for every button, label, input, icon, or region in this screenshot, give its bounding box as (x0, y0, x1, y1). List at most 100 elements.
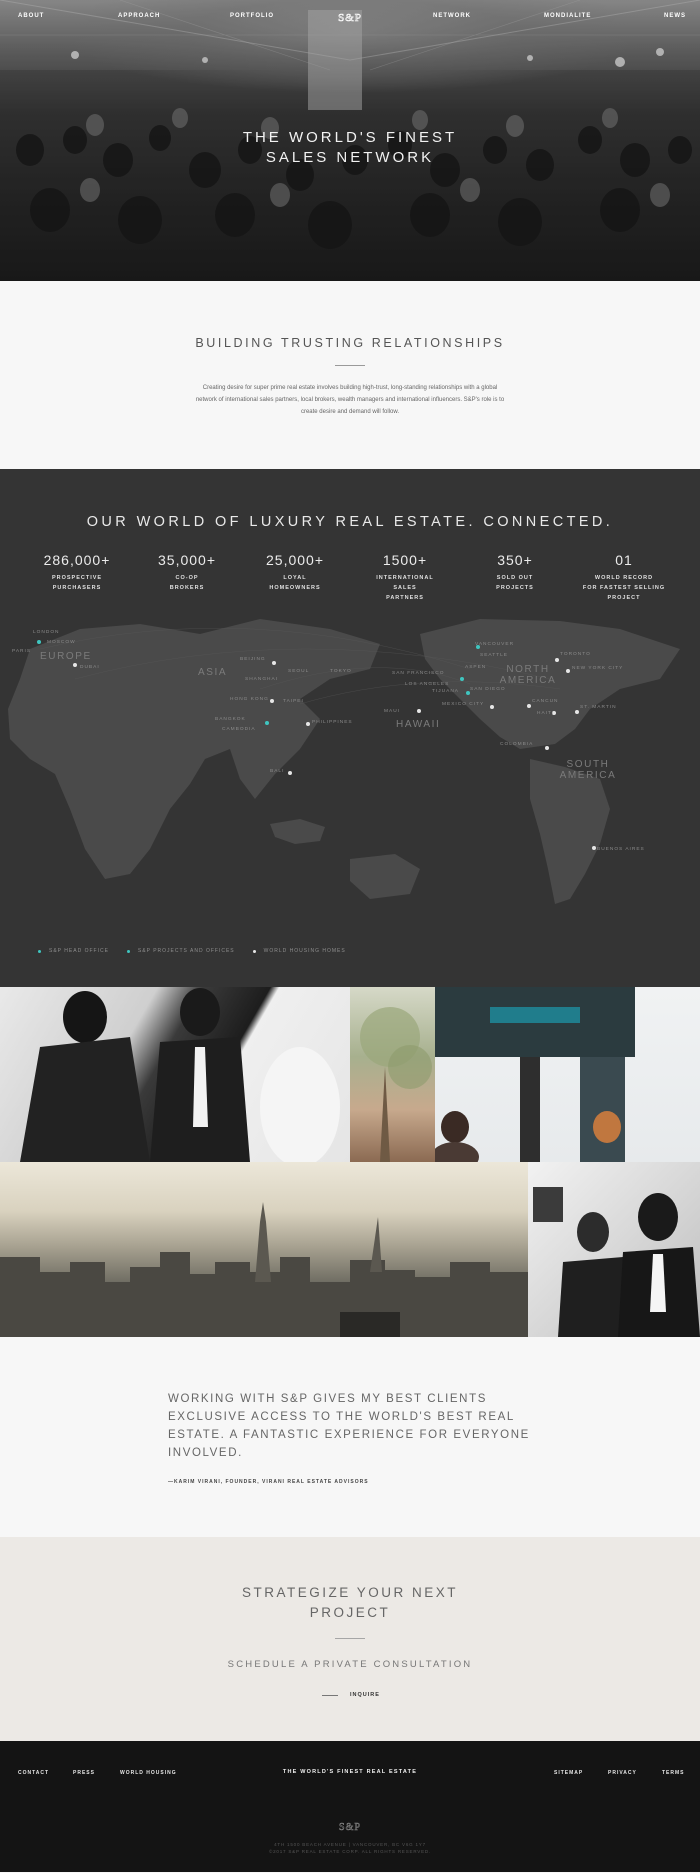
photo-trees-illustration (360, 1007, 432, 1162)
stat-brokers: 35,000+ CO-OP BROKERS (132, 552, 242, 593)
city-label: ASPEN (465, 665, 487, 670)
footer-link-privacy[interactable]: PRIVACY (608, 1770, 637, 1776)
footer-address: 4TH 1500 BEACH AVENUE | VANCOUVER, BC V6… (0, 1841, 700, 1855)
footer-link-sitemap[interactable]: SITEMAP (554, 1770, 583, 1776)
stat-world-record: 01 WORLD RECORD FOR FASTEST SELLING PROJEC… (569, 552, 679, 603)
nav-approach[interactable]: APPROACH (118, 13, 160, 19)
cta-subheading: SCHEDULE A PRIVATE CONSULTATION (227, 1659, 473, 1670)
stat-label: SOLD OUT PROJECTS (496, 575, 534, 591)
section-divider (335, 365, 365, 366)
legend-world-housing: WORLD HOUSING HOMES (252, 948, 346, 954)
map-dot[interactable] (566, 669, 570, 673)
city-label: LONDON (33, 630, 60, 635)
map-dot[interactable] (545, 746, 549, 750)
city-label: PARIS (12, 649, 32, 654)
map-dot[interactable] (73, 663, 77, 667)
legend-head-office: S&P HEAD OFFICE (38, 948, 109, 954)
footer-link-terms[interactable]: TERMS (662, 1770, 685, 1776)
photo-storefront-illustration (435, 987, 635, 1162)
city-label: TAIPEI (283, 699, 304, 704)
city-label: BUENOS AIRES (597, 847, 645, 852)
stat-purchasers: 286,000+ PROSPECTIVE PURCHASERS (22, 552, 132, 593)
city-label: SAN DIEGO (470, 687, 506, 692)
map-dot[interactable] (555, 658, 559, 662)
section-divider (335, 1638, 365, 1639)
stat-label: LOYAL HOMEOWNERS (269, 575, 321, 591)
stat-projects: 350+ SOLD OUT PROJECTS (460, 552, 570, 593)
nav-about[interactable]: ABOUT (18, 13, 44, 19)
map-dot[interactable] (490, 705, 494, 709)
stat-value: 350+ (497, 552, 533, 568)
map-dot[interactable] (460, 677, 464, 681)
hero-title-line2: SALES NETWORK (265, 149, 435, 166)
city-label: CANCUN (532, 699, 559, 704)
footer-logo[interactable]: S&P (330, 1820, 370, 1832)
hero-section: ABOUT APPROACH PORTFOLIO S&P NETWORK MON… (0, 0, 700, 281)
region-europe: EUROPE (40, 651, 92, 662)
map-dot[interactable] (288, 771, 292, 775)
city-label: HONG KONG (230, 697, 269, 702)
legend-dot (126, 949, 130, 953)
nav-mondialite[interactable]: MONDIALITE (544, 13, 591, 19)
map-dot[interactable] (592, 846, 596, 850)
stat-partners: 1500+ INTERNATIONAL SALES PARTNERS (350, 552, 460, 603)
map-dot[interactable] (527, 704, 531, 708)
city-label: TIJUANA (432, 689, 459, 694)
map-dot[interactable] (270, 699, 274, 703)
nav-news[interactable]: NEWS (664, 13, 686, 19)
hero-title: THE WORLD'S FINEST SALES NETWORK (0, 128, 700, 168)
legend-dot (38, 949, 41, 953)
top-navigation: ABOUT APPROACH PORTFOLIO S&P NETWORK MON… (0, 10, 700, 28)
stat-value: 35,000+ (158, 552, 216, 568)
city-label: CAMBODIA (222, 727, 256, 732)
footer-copyright: ©2017 S&P REAL ESTATE CORP. ALL RIGHTS R… (268, 1849, 431, 1854)
nav-network[interactable]: NETWORK (433, 13, 471, 19)
relationships-body: Creating desire for super prime real est… (195, 385, 505, 415)
map-dot[interactable] (306, 722, 310, 726)
city-label: SEATTLE (480, 653, 508, 658)
city-label: NEW YORK CITY (572, 666, 624, 671)
photo-storefront (435, 987, 700, 1162)
inquire-button[interactable]: INQUIRE (322, 1692, 380, 1698)
photo-trees (350, 987, 435, 1162)
footer-logo-text: S&P (339, 1822, 361, 1832)
testimonial-quote: WORKING WITH S&P GIVES MY BEST CLIENTS E… (168, 1393, 530, 1459)
map-dot[interactable] (265, 721, 269, 725)
map-dot[interactable] (417, 709, 421, 713)
testimonial-section: WORKING WITH S&P GIVES MY BEST CLIENTS E… (0, 1337, 700, 1537)
photo-city-skyline (0, 1162, 528, 1337)
footer-tagline: THE WORLD'S FINEST REAL ESTATE (282, 1769, 418, 1775)
stat-label: CO-OP BROKERS (169, 575, 205, 591)
stat-label: PROSPECTIVE PURCHASERS (51, 575, 103, 591)
city-label: COLOMBIA (500, 742, 534, 747)
relationships-section: BUILDING TRUSTING RELATIONSHIPS Creating… (0, 281, 700, 469)
city-label: SAN FRANCISCO (392, 671, 445, 676)
city-label: BEIJING (240, 657, 266, 662)
photo-businessmen (528, 1162, 700, 1337)
legend-dot (252, 949, 256, 953)
network-heading: OUR WORLD OF LUXURY REAL ESTATE. CONNECT… (86, 514, 614, 530)
network-section: OUR WORLD OF LUXURY REAL ESTATE. CONNECT… (0, 469, 700, 987)
testimonial-author: —KARIM VIRANI, FOUNDER, VIRANI REAL ESTA… (168, 1479, 369, 1485)
region-asia: ASIA (198, 667, 228, 678)
city-label: VANCOUVER (475, 642, 515, 647)
cta-heading: STRATEGIZE YOUR NEXT PROJECT (241, 1585, 459, 1620)
stat-value: 01 (615, 552, 633, 568)
map-legend: S&P HEAD OFFICE S&P PROJECTS AND OFFICES… (38, 948, 364, 954)
city-label: TORONTO (560, 652, 591, 657)
city-label: MOSCOW (47, 640, 76, 645)
inquire-label: INQUIRE (350, 1692, 380, 1698)
hero-title-line1: THE WORLD'S FINEST (242, 129, 458, 146)
stat-value: 1500+ (382, 552, 428, 568)
city-label: MEXICO CITY (442, 702, 485, 707)
sp-logo[interactable]: S&P (330, 10, 370, 24)
legend-projects-offices: S&P PROJECTS AND OFFICES (126, 948, 235, 954)
nav-portfolio[interactable]: PORTFOLIO (230, 13, 274, 19)
region-north-america: NORTH AMERICA (499, 664, 557, 686)
map-dot[interactable] (575, 710, 579, 714)
stat-value: 25,000+ (266, 552, 324, 568)
photo-business-meeting (0, 987, 350, 1162)
city-label: ST. MARTIN (580, 705, 617, 710)
map-dot[interactable] (272, 661, 276, 665)
map-dot[interactable] (37, 640, 41, 644)
